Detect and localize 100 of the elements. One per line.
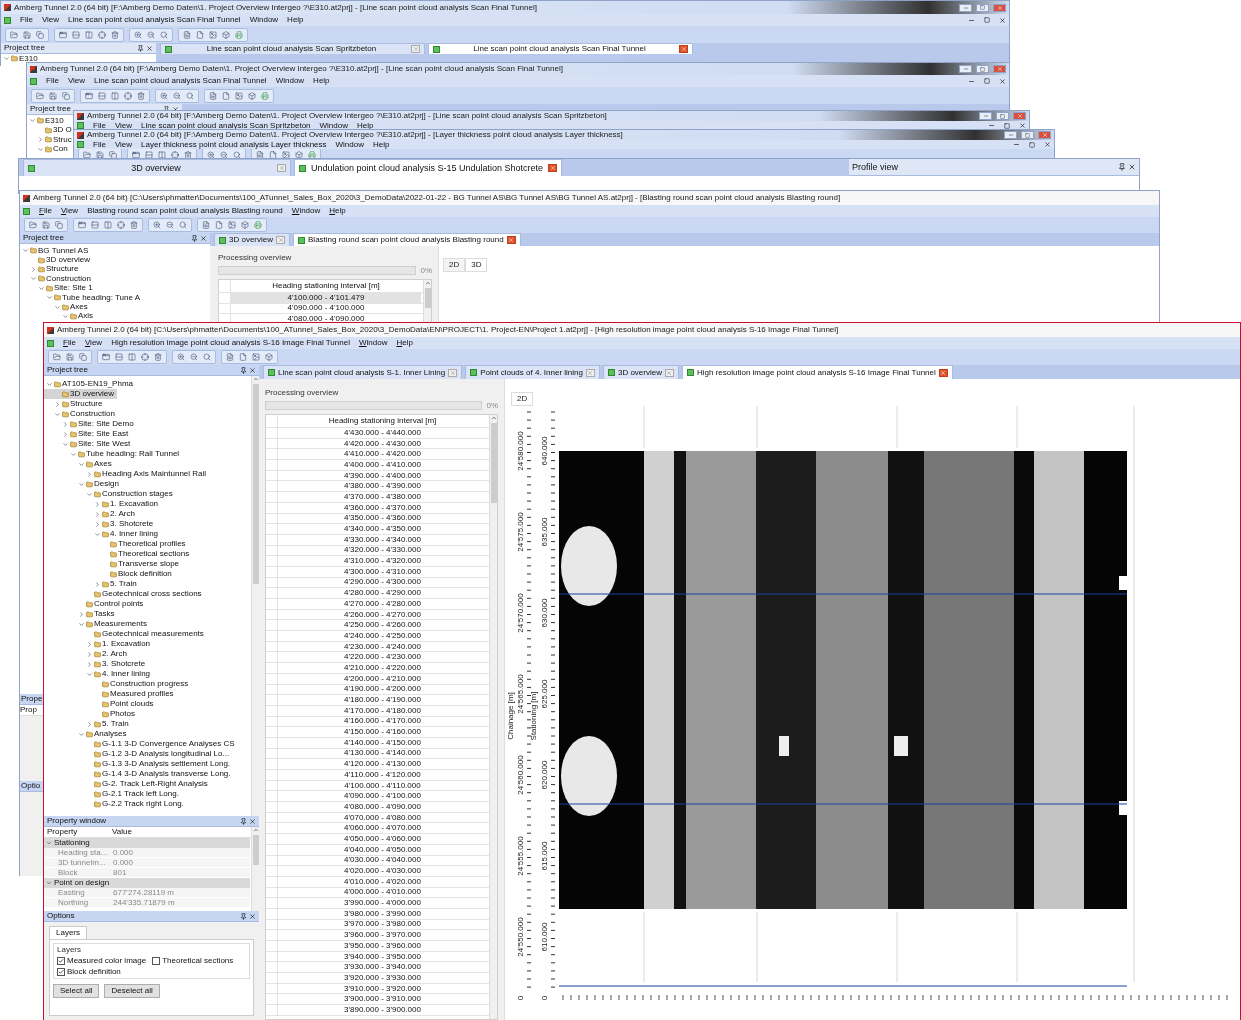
chevron-down-icon[interactable] (94, 530, 101, 538)
close-icon[interactable] (249, 366, 256, 374)
pin-icon[interactable] (137, 44, 144, 52)
search-icon[interactable] (179, 221, 187, 229)
printer-icon[interactable] (261, 91, 269, 100)
chevron-right-icon[interactable] (94, 500, 101, 508)
search-icon[interactable] (233, 150, 241, 159)
tree-item[interactable]: Photos (44, 709, 138, 719)
document-tab[interactable]: 3D overview (23, 159, 291, 176)
view-tab[interactable]: 2D (511, 392, 534, 406)
zoom-out-icon[interactable] (147, 30, 155, 39)
tree-item[interactable]: Tube heading: Tune A (20, 292, 143, 303)
table-row[interactable]: 4'100.000 - 4'101.479 (231, 293, 421, 303)
zoom-in-icon[interactable] (207, 150, 215, 159)
window-icon[interactable] (85, 91, 93, 100)
zoom-out-icon[interactable] (173, 91, 181, 100)
menu-item[interactable]: Window (249, 16, 279, 24)
trash-icon[interactable] (184, 150, 192, 159)
copy-icon[interactable] (36, 30, 44, 39)
tree-item[interactable]: G-2.1 Track left Long. (44, 789, 182, 799)
image-icon[interactable] (252, 353, 260, 361)
window-icon[interactable] (132, 150, 140, 159)
view-tab[interactable]: 2D (443, 258, 466, 272)
menu-item[interactable]: File (93, 140, 106, 149)
tree-item[interactable]: G-1.1 3-D Convergence Analyses CS (44, 739, 238, 749)
chevron-right-icon[interactable] (86, 660, 93, 668)
maximize-button[interactable] (976, 3, 989, 12)
document-tab[interactable]: Line scan point cloud analysis Scan Spritzbeton (160, 43, 425, 54)
minimize-button[interactable] (959, 65, 972, 73)
window-icon[interactable] (78, 221, 86, 229)
chevron-right-icon[interactable] (62, 430, 69, 438)
document-tab[interactable]: Undulation point cloud analysis S-15 Undulation Shotcrete (294, 159, 562, 176)
chevron-right-icon[interactable] (78, 610, 85, 618)
chevron-down-icon[interactable] (86, 670, 93, 678)
scroll-up-icon[interactable] (252, 376, 259, 382)
document-tab[interactable]: Point clouds of 4. Inner lining (465, 365, 600, 379)
scroll-up-icon[interactable] (424, 280, 431, 286)
file-icon[interactable] (196, 30, 204, 39)
zoom-in-icon[interactable] (177, 353, 185, 361)
copy-icon[interactable] (62, 91, 70, 100)
close-button[interactable] (679, 45, 688, 53)
image-icon[interactable] (282, 150, 290, 159)
document-icon[interactable] (202, 221, 210, 229)
menu-item[interactable]: File (39, 207, 52, 215)
crosshair-icon[interactable] (124, 91, 132, 100)
trash-icon[interactable] (111, 30, 119, 39)
scroll-up-icon[interactable] (490, 415, 497, 421)
scrollbar[interactable] (423, 280, 431, 322)
menu-item[interactable]: Help (313, 77, 330, 85)
tree-item[interactable]: G-2.2 Track right Long. (44, 799, 187, 809)
menu-item[interactable]: View (114, 140, 133, 149)
tree-item[interactable]: 2. Arch (44, 649, 130, 659)
tree-item[interactable]: Block definition (44, 569, 175, 579)
tree-item[interactable]: BG Tunnel AS (20, 246, 92, 256)
tree-item[interactable]: 4. Inner lining (44, 529, 162, 539)
chevron-down-icon[interactable] (30, 275, 37, 283)
checkbox[interactable] (57, 957, 65, 965)
tree-item[interactable]: E310 (27, 116, 67, 126)
pin-icon[interactable] (240, 366, 247, 374)
menu-item[interactable]: Help (396, 339, 413, 347)
checkbox[interactable] (57, 968, 65, 976)
tree-item[interactable]: G-2. Track Left-Right Analysis (44, 779, 211, 789)
chevron-down-icon[interactable] (78, 480, 85, 488)
chevron-down-icon[interactable] (37, 145, 44, 153)
tree-item[interactable]: Measurements (44, 619, 150, 629)
pin-icon[interactable] (163, 105, 170, 113)
chevron-down-icon[interactable] (62, 312, 69, 320)
menu-item[interactable]: Blasting round scan point cloud analysis Blasting round (87, 207, 283, 215)
close-icon[interactable] (1044, 141, 1051, 148)
chevron-down-icon[interactable] (78, 460, 85, 468)
crosshair-icon[interactable] (98, 30, 106, 39)
save-icon[interactable] (49, 91, 57, 100)
image-icon[interactable] (235, 91, 243, 100)
tree-item[interactable]: Struc (27, 135, 75, 145)
document-tab[interactable]: High resolution image point cloud analysis S-16 Image Final Tunnel (681, 365, 953, 379)
rows-icon[interactable] (91, 221, 99, 229)
rows-icon[interactable] (72, 30, 80, 39)
checkbox[interactable] (152, 957, 161, 965)
menu-item[interactable]: View (114, 121, 133, 129)
menu-item[interactable]: Window (319, 121, 348, 129)
maximize-button[interactable] (1021, 131, 1034, 139)
copy-icon[interactable] (55, 221, 63, 229)
minimize-button[interactable] (959, 3, 972, 12)
pin-icon[interactable] (1118, 163, 1126, 171)
file-icon[interactable] (269, 150, 277, 159)
chevron-right-icon[interactable] (86, 470, 93, 478)
zoom-in-icon[interactable] (153, 221, 161, 229)
columns-icon[interactable] (128, 353, 136, 361)
chevron-down-icon[interactable] (78, 620, 85, 628)
save-icon[interactable] (42, 221, 50, 229)
zoom-in-icon[interactable] (160, 91, 168, 100)
tree-item[interactable]: Axes (20, 302, 91, 312)
cube-icon[interactable] (265, 353, 273, 361)
tree-item[interactable]: G-1.2 3-D Analysis longitudinal Lo... (44, 749, 233, 759)
property-group[interactable]: Point on design (44, 878, 250, 888)
chevron-down-icon[interactable] (62, 440, 69, 448)
menu-item[interactable]: File (93, 121, 106, 129)
menu-item[interactable]: View (67, 77, 86, 85)
tree-item[interactable]: Axes (44, 459, 115, 469)
tree-item[interactable]: Axis (20, 311, 97, 322)
